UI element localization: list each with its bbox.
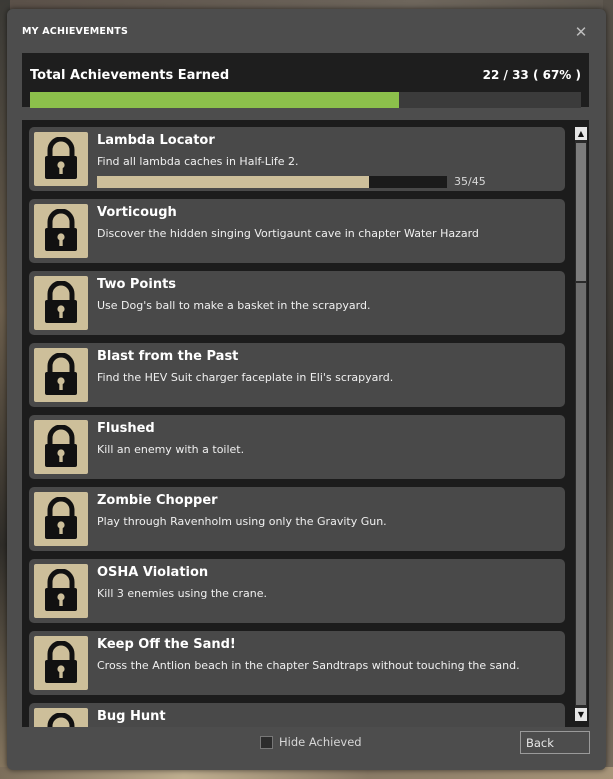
hide-achieved-label[interactable]: Hide Achieved xyxy=(279,735,362,749)
achievement-progress-bar xyxy=(97,176,447,188)
padlock-icon xyxy=(34,132,88,186)
padlock-icon xyxy=(34,636,88,690)
achievement-rows: Lambda Locator Find all lambda caches in … xyxy=(29,127,565,727)
summary-progress-fill xyxy=(30,92,400,108)
achievement-name: Two Points xyxy=(97,277,177,292)
achievement-name: OSHA Violation xyxy=(97,565,209,580)
hide-achieved-checkbox[interactable] xyxy=(260,736,273,749)
achievement-description: Cross the Antlion beach in the chapter S… xyxy=(97,659,520,672)
achievement-name: Flushed xyxy=(97,421,155,436)
scroll-thumb[interactable] xyxy=(576,143,586,281)
achievement-description: Use Dog's ball to make a basket in the s… xyxy=(97,299,371,312)
achievement-description: Kill an enemy with a toilet. xyxy=(97,443,245,456)
achievements-dialog: MY ACHIEVEMENTS ✕ Total Achievements Ear… xyxy=(7,9,606,770)
achievement-row: OSHA Violation Kill 3 enemies using the c… xyxy=(29,559,565,623)
achievement-row: Zombie Chopper Play through Ravenholm usi… xyxy=(29,487,565,551)
achievement-name: Zombie Chopper xyxy=(97,493,218,508)
scrollbar[interactable]: ▲ ▼ xyxy=(575,127,587,721)
achievement-description: Kill 3 enemies using the crane. xyxy=(97,587,267,600)
achievement-name: Keep Off the Sand! xyxy=(97,637,236,652)
back-button[interactable]: Back xyxy=(520,731,590,754)
achievement-progress-fill xyxy=(97,176,370,188)
achievement-summary: Total Achievements Earned 22 / 33 ( 67% … xyxy=(22,53,589,108)
padlock-icon xyxy=(34,204,88,258)
scroll-up-arrow-icon[interactable]: ▲ xyxy=(575,127,587,140)
padlock-icon xyxy=(34,708,88,727)
padlock-icon xyxy=(34,276,88,330)
achievement-list[interactable]: Lambda Locator Find all lambda caches in … xyxy=(22,120,589,727)
achievement-description: Discover the hidden singing Vortigaunt c… xyxy=(97,227,479,240)
achievement-name: Vorticough xyxy=(97,205,177,220)
scroll-down-arrow-icon[interactable]: ▼ xyxy=(575,708,587,721)
summary-progress-bar xyxy=(30,92,581,108)
padlock-icon xyxy=(34,492,88,546)
achievement-row: Bug Hunt xyxy=(29,703,565,727)
padlock-icon xyxy=(34,564,88,618)
achievement-description: Find the HEV Suit charger faceplate in E… xyxy=(97,371,394,384)
scroll-track[interactable] xyxy=(576,283,586,705)
achievement-row: Keep Off the Sand! Cross the Antlion beac… xyxy=(29,631,565,695)
achievement-description: Find all lambda caches in Half-Life 2. xyxy=(97,155,299,168)
achievement-description: Play through Ravenholm using only the Gr… xyxy=(97,515,387,528)
achievement-name: Lambda Locator xyxy=(97,133,215,148)
achievement-name: Bug Hunt xyxy=(97,709,166,724)
achievement-row: Blast from the Past Find the HEV Suit cha… xyxy=(29,343,565,407)
achievement-name: Blast from the Past xyxy=(97,349,239,364)
achievement-row: Two Points Use Dog's ball to make a baske… xyxy=(29,271,565,335)
summary-count: 22 / 33 ( 67% ) xyxy=(482,68,581,82)
padlock-icon xyxy=(34,420,88,474)
padlock-icon xyxy=(34,348,88,402)
achievement-row: Vorticough Discover the hidden singing Vo… xyxy=(29,199,565,263)
dialog-title: MY ACHIEVEMENTS xyxy=(22,26,128,37)
achievement-row: Lambda Locator Find all lambda caches in … xyxy=(29,127,565,191)
achievement-row: Flushed Kill an enemy with a toilet. xyxy=(29,415,565,479)
achievement-progress-text: 35/45 xyxy=(454,175,486,188)
summary-label: Total Achievements Earned xyxy=(30,68,230,83)
close-icon[interactable]: ✕ xyxy=(573,24,589,40)
